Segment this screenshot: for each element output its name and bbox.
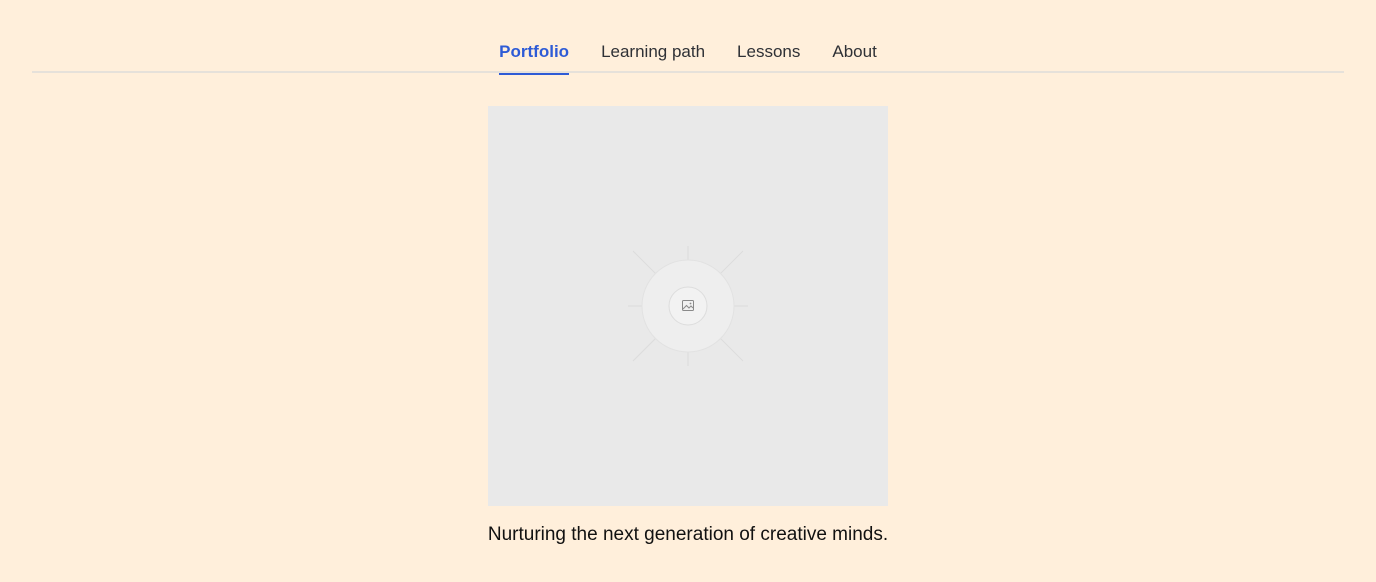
tab-portfolio[interactable]: Portfolio	[499, 0, 569, 75]
hero-caption: Nurturing the next generation of creativ…	[487, 524, 889, 545]
image-placeholder-graphic	[628, 246, 748, 366]
tab-bar: Portfolio Learning path Lessons About	[32, 0, 1344, 75]
page: Portfolio Learning path Lessons About Nu…	[0, 0, 1376, 582]
tab-lessons[interactable]: Lessons	[737, 0, 800, 73]
tab-row: Portfolio Learning path Lessons About	[32, 0, 1344, 75]
tab-learning-path[interactable]: Learning path	[601, 0, 705, 73]
tab-about[interactable]: About	[832, 0, 876, 73]
hero-image-placeholder	[488, 106, 888, 506]
